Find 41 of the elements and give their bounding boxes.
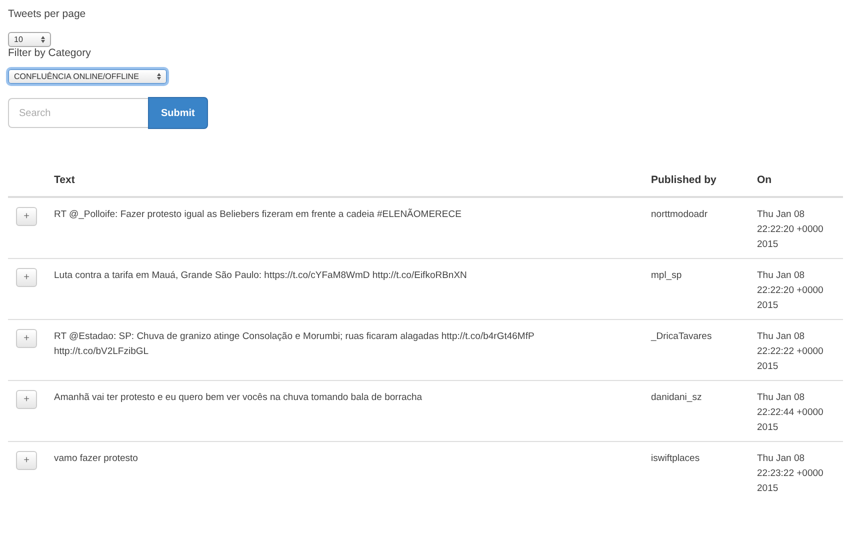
author-cell: mpl_sp xyxy=(643,258,749,320)
date-text: 2015 xyxy=(757,238,780,252)
date-text: 22:22:44 +0000 xyxy=(757,406,824,420)
author-cell: iswiftplaces xyxy=(643,442,749,502)
tweet-text: vamo fazer protesto xyxy=(46,442,643,502)
author-cell: danidani_sz xyxy=(643,380,749,442)
per-page-label: Tweets per page xyxy=(8,8,86,20)
expand-button[interactable]: + xyxy=(16,329,37,348)
date-text: Thu Jan 08 xyxy=(757,391,806,405)
date-text: 2015 xyxy=(757,299,780,313)
category-select[interactable]: CONFLUÊNCIA ONLINE/OFFLINE xyxy=(8,69,167,84)
expand-button[interactable]: + xyxy=(16,390,37,409)
date-text: Thu Jan 08 xyxy=(757,269,806,283)
tweet-text: Amanhã vai ter protesto e eu quero bem ver vocês na chuva tomando bala de borracha xyxy=(46,380,643,442)
expand-button[interactable]: + xyxy=(16,268,37,287)
date-text: Thu Jan 08 xyxy=(757,208,806,222)
tweet-text: RT @Estadao: SP: Chuva de granizo atinge Consolação e Morumbi; ruas ficaram alagadas http://t.co/b4rGt46MfP http://t.co/bV2LFzibGL xyxy=(46,320,643,380)
updown-arrows-icon xyxy=(40,36,45,43)
column-header: On xyxy=(749,166,843,197)
expand-button[interactable]: + xyxy=(16,451,37,470)
tweet-text: Luta contra a tarifa em Mauá, Grande São Paulo: https://t.co/cYFaM8WmD http://t.co/EifkoRBnXN xyxy=(46,258,643,320)
expand-button[interactable]: + xyxy=(16,207,37,226)
date-text: Thu Jan 08 xyxy=(757,452,806,466)
date-text: Thu Jan 08 xyxy=(757,330,806,344)
date-text: 2015 xyxy=(757,421,780,435)
author-cell: _DricaTavares xyxy=(643,320,749,380)
date-text: 22:22:20 +0000 xyxy=(757,223,824,237)
submit-button[interactable]: Submit xyxy=(148,97,208,129)
category-label: Filter by Category xyxy=(8,47,91,59)
date-text: 22:23:22 +0000 xyxy=(757,467,824,481)
date-text: 2015 xyxy=(757,360,780,374)
per-page-select[interactable]: 10 xyxy=(8,32,51,47)
tweet-text: RT @_Polloife: Fazer protesto igual as Beliebers fizeram em frente a cadeia #ELENÃOMERECE xyxy=(46,197,643,258)
search-field[interactable]: Search xyxy=(8,98,148,128)
column-header: Text xyxy=(46,166,643,197)
date-text: 2015 xyxy=(757,482,780,496)
column-header: Published by xyxy=(643,166,749,197)
date-text: 22:22:22 +0000 xyxy=(757,345,824,359)
updown-arrows-icon xyxy=(156,73,161,80)
author-cell: norttmodoadr xyxy=(643,197,749,258)
date-text: 22:22:20 +0000 xyxy=(757,284,824,298)
